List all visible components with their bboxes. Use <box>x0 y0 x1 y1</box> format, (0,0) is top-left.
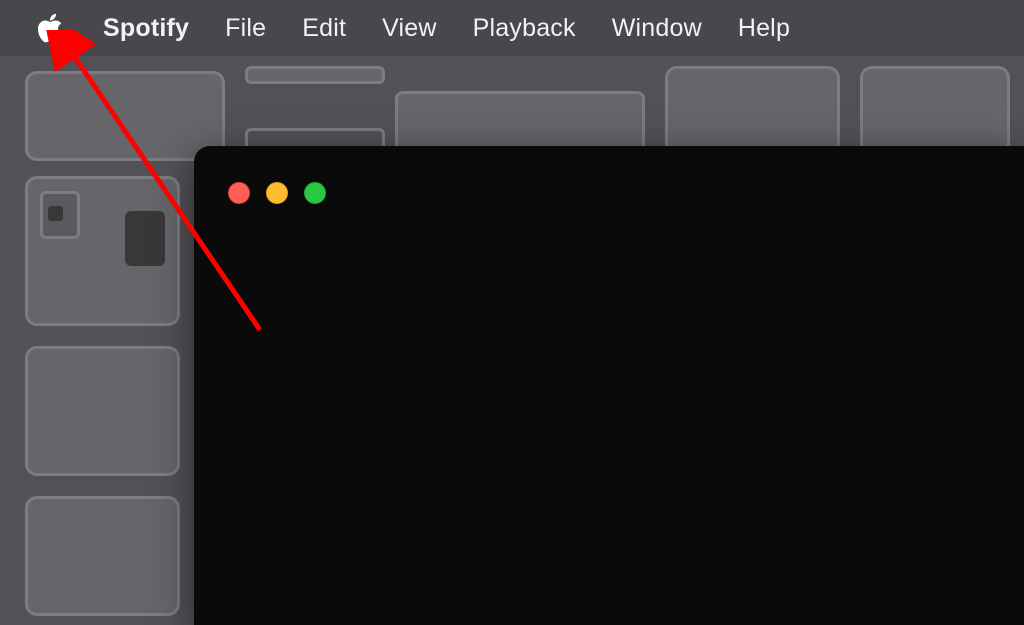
menu-file[interactable]: File <box>207 14 284 43</box>
menu-edit[interactable]: Edit <box>284 14 364 43</box>
menu-view[interactable]: View <box>364 14 455 43</box>
window-controls <box>228 182 326 204</box>
wallpaper-element <box>25 346 180 476</box>
spotify-app-window <box>194 146 1024 625</box>
menu-help[interactable]: Help <box>720 14 808 43</box>
wallpaper-element <box>125 211 165 266</box>
window-minimize-button[interactable] <box>266 182 288 204</box>
apple-logo-icon <box>35 11 65 45</box>
menu-playback[interactable]: Playback <box>455 14 594 43</box>
apple-menu[interactable] <box>35 11 85 45</box>
menu-window[interactable]: Window <box>594 14 720 43</box>
wallpaper-element <box>665 66 840 156</box>
window-close-button[interactable] <box>228 182 250 204</box>
wallpaper-element <box>245 66 385 84</box>
menu-app-name[interactable]: Spotify <box>85 14 207 43</box>
window-maximize-button[interactable] <box>304 182 326 204</box>
macos-menubar: Spotify File Edit View Playback Window H… <box>0 0 1024 56</box>
wallpaper-element <box>25 71 225 161</box>
wallpaper-element <box>25 496 180 616</box>
wallpaper-element <box>48 206 63 221</box>
wallpaper-element <box>860 66 1010 156</box>
